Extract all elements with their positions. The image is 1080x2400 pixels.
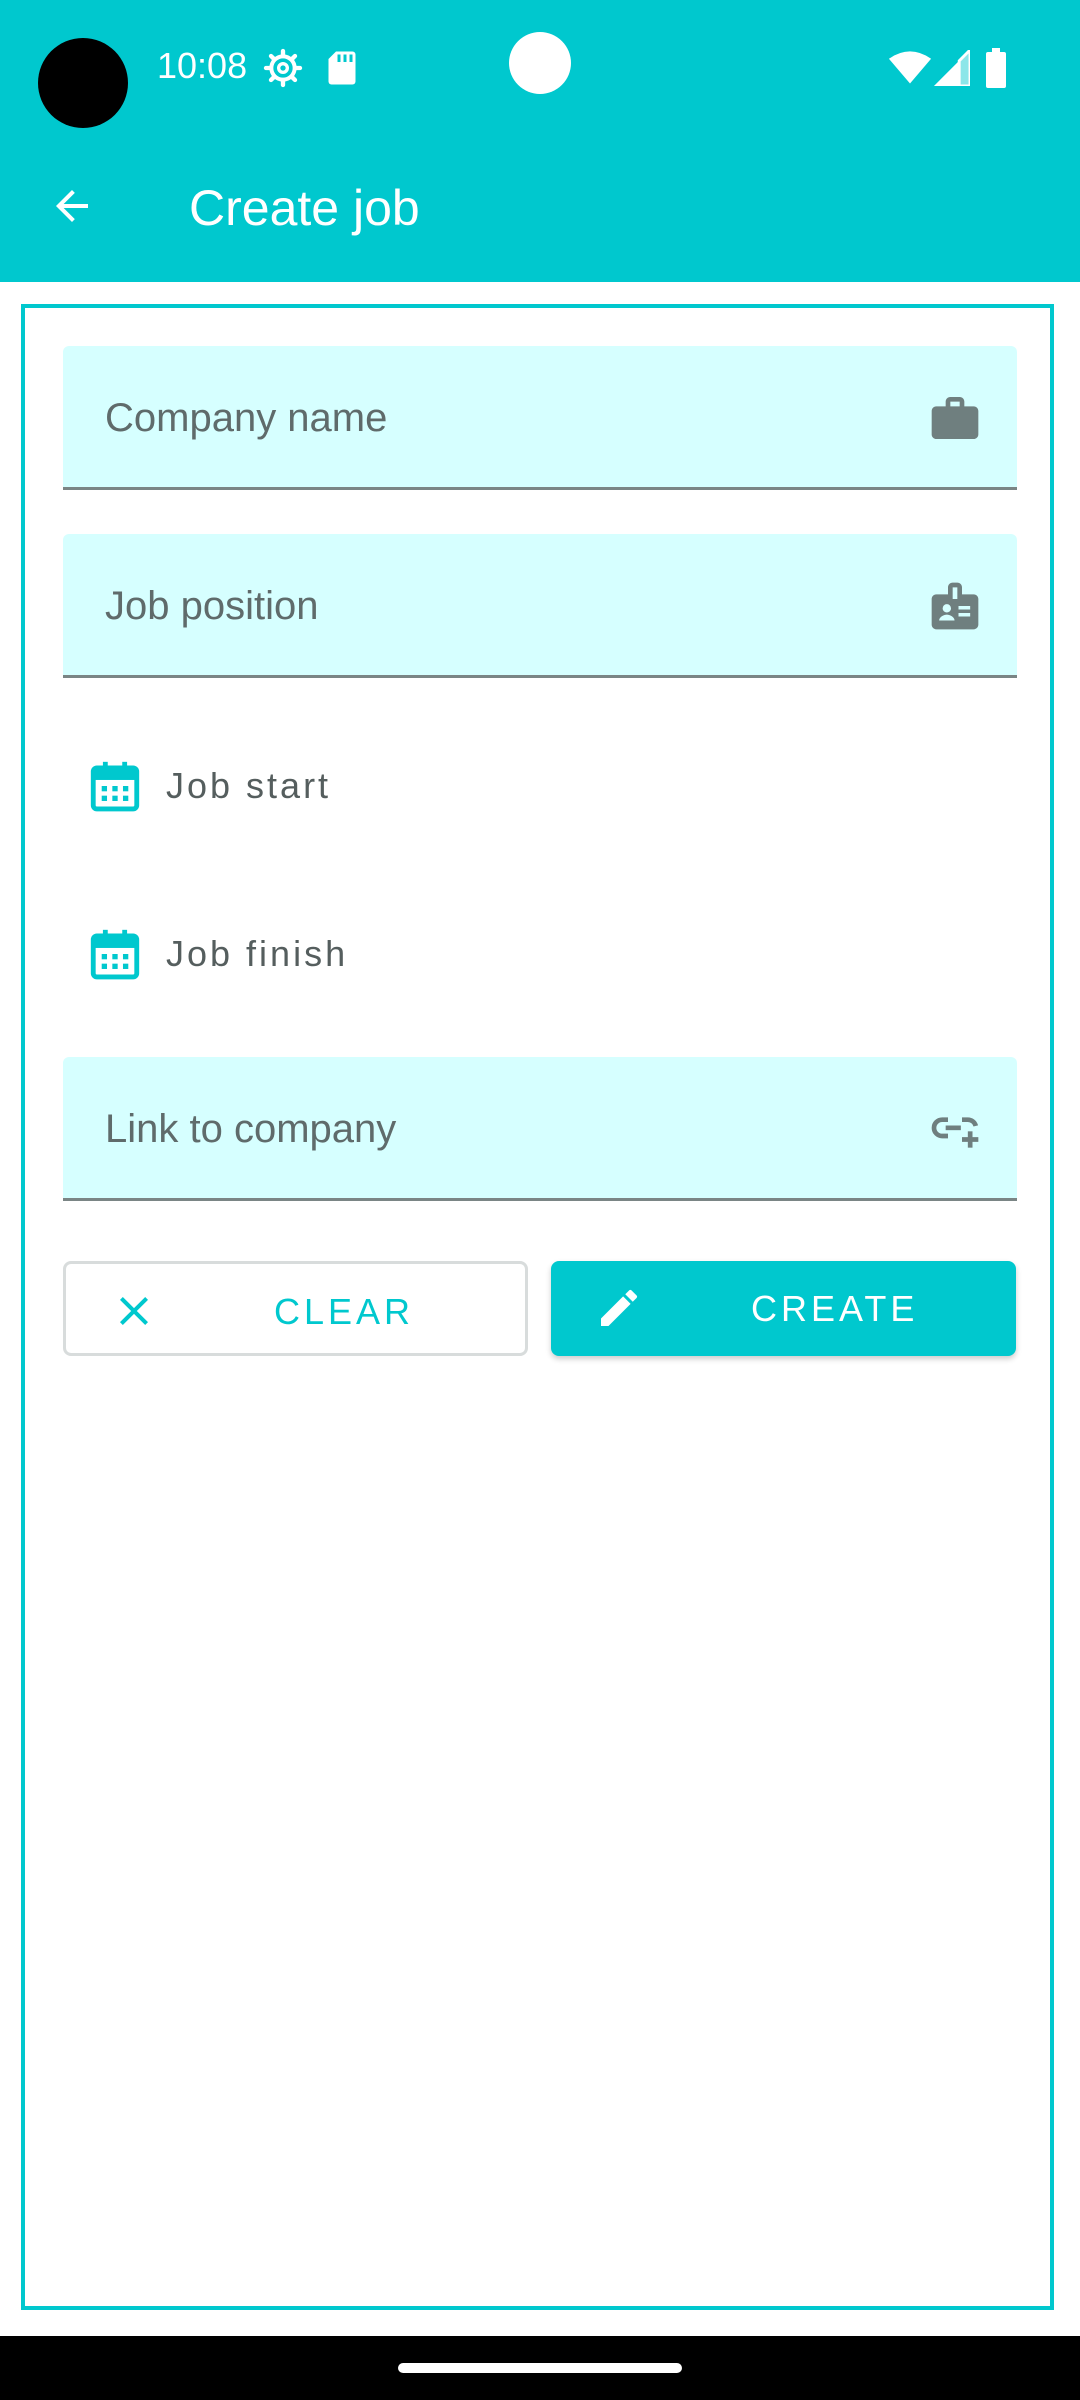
company-name-field[interactable]: Company name <box>63 346 1017 490</box>
clear-button-label: CLEAR <box>274 1291 415 1332</box>
cell-signal-icon <box>934 50 970 86</box>
create-button[interactable]: CREATE <box>551 1261 1016 1356</box>
close-icon <box>120 1297 148 1325</box>
sd-card-icon <box>328 51 356 85</box>
company-link-field[interactable]: Link to company <box>63 1057 1017 1201</box>
company-link-placeholder: Link to company <box>105 1107 397 1151</box>
calendar-icon <box>90 761 140 812</box>
back-button[interactable] <box>36 170 108 242</box>
front-camera-cutout <box>38 38 128 128</box>
status-time: 10:08 <box>157 45 248 86</box>
page-title: Create job <box>189 180 420 236</box>
job-start-label: Job start <box>166 765 332 806</box>
home-gesture-handle[interactable] <box>398 2363 682 2373</box>
briefcase-icon <box>927 390 983 446</box>
job-finish-picker[interactable]: Job finish <box>86 918 348 990</box>
screen: 10:08 Create job Company name Job positi… <box>0 0 1080 2400</box>
job-position-field[interactable]: Job position <box>63 534 1017 678</box>
settings-gear-icon <box>263 48 303 88</box>
app-bar: 10:08 Create job <box>0 0 1080 282</box>
badge-icon <box>927 578 983 634</box>
camera-indicator <box>509 32 571 94</box>
job-finish-label: Job finish <box>166 933 349 974</box>
company-name-placeholder: Company name <box>105 396 388 440</box>
pencil-icon <box>601 1289 638 1326</box>
status-bar: 10:08 <box>0 0 1080 130</box>
job-position-placeholder: Job position <box>105 584 319 628</box>
create-button-label: CREATE <box>751 1288 919 1329</box>
battery-icon <box>986 48 1006 88</box>
job-start-picker[interactable]: Job start <box>86 750 331 822</box>
calendar-icon <box>90 929 140 980</box>
add-link-icon <box>927 1101 983 1157</box>
wifi-icon <box>888 51 932 84</box>
clear-button[interactable]: CLEAR <box>63 1261 528 1356</box>
arrow-back-icon <box>56 190 88 222</box>
